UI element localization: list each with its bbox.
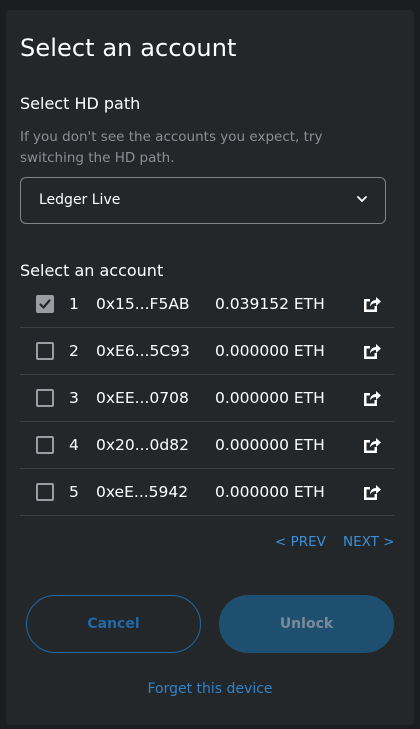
cancel-button[interactable]: Cancel — [26, 595, 201, 653]
account-address: 0xeE...5942 — [96, 483, 189, 501]
account-checkbox[interactable] — [36, 483, 54, 501]
account-checkbox[interactable] — [36, 389, 54, 407]
account-index: 1 — [69, 295, 79, 313]
hd-path-select[interactable]: Ledger Live — [20, 177, 386, 224]
account-index: 5 — [69, 483, 79, 501]
prev-page-link[interactable]: < PREV — [275, 534, 326, 550]
account-checkbox[interactable] — [36, 295, 54, 313]
account-address: 0x15...F5AB — [96, 295, 190, 313]
account-balance: 0.000000 ETH — [215, 436, 325, 454]
account-balance: 0.039152 ETH — [215, 295, 325, 313]
external-link-icon[interactable] — [362, 435, 382, 455]
hd-path-help-text: If you don't see the accounts you expect… — [20, 129, 323, 166]
account-balance: 0.000000 ETH — [215, 483, 325, 501]
account-row[interactable]: 4 0x20...0d82 0.000000 ETH — [20, 423, 394, 469]
account-index: 3 — [69, 389, 79, 407]
account-address: 0xEE...0708 — [96, 389, 189, 407]
external-link-icon[interactable] — [362, 388, 382, 408]
account-balance: 0.000000 ETH — [215, 342, 325, 360]
external-link-icon[interactable] — [362, 294, 382, 314]
hd-path-label: Select HD path — [20, 94, 141, 113]
account-row[interactable]: 5 0xeE...5942 0.000000 ETH — [20, 470, 394, 516]
hd-path-selected-value: Ledger Live — [39, 192, 121, 208]
chevron-down-icon — [357, 196, 367, 202]
page-title: Select an account — [20, 34, 237, 62]
external-link-icon[interactable] — [362, 482, 382, 502]
account-balance: 0.000000 ETH — [215, 389, 325, 407]
account-checkbox[interactable] — [36, 436, 54, 454]
forget-device-link[interactable]: Forget this device — [0, 681, 420, 697]
account-row[interactable]: 2 0xE6...5C93 0.000000 ETH — [20, 329, 394, 375]
account-row[interactable]: 1 0x15...F5AB 0.039152 ETH — [20, 282, 394, 328]
account-list-label: Select an account — [20, 261, 164, 280]
next-page-link[interactable]: NEXT > — [343, 534, 395, 550]
account-address: 0x20...0d82 — [96, 436, 189, 454]
account-checkbox[interactable] — [36, 342, 54, 360]
checkmark-icon — [39, 299, 51, 309]
external-link-icon[interactable] — [362, 341, 382, 361]
account-index: 4 — [69, 436, 79, 454]
account-index: 2 — [69, 342, 79, 360]
account-address: 0xE6...5C93 — [96, 342, 190, 360]
unlock-button[interactable]: Unlock — [219, 595, 394, 653]
account-row[interactable]: 3 0xEE...0708 0.000000 ETH — [20, 376, 394, 422]
